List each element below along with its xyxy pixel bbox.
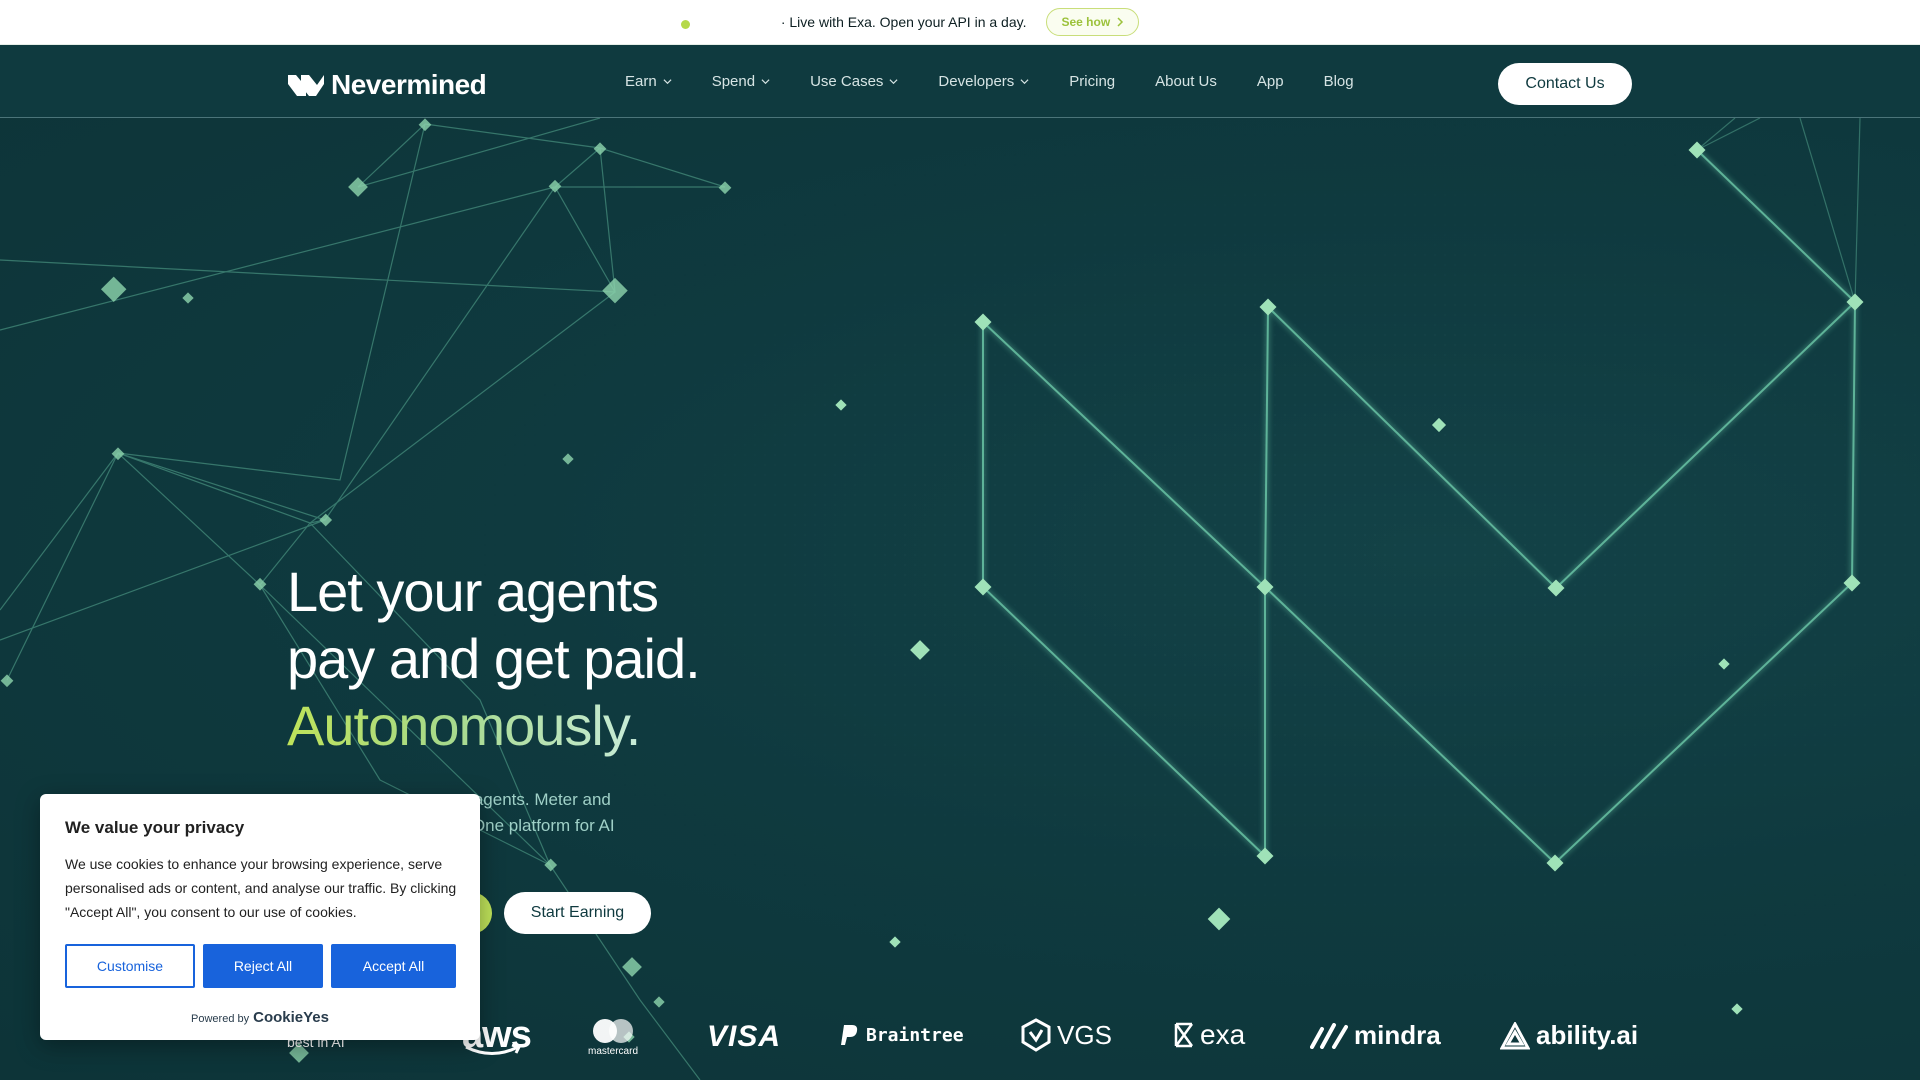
nav-item-earn[interactable]: Earn [625, 73, 672, 90]
nav-item-label: Blog [1323, 73, 1354, 90]
vgs-shield-icon [1021, 1018, 1051, 1052]
nav-item-blog[interactable]: Blog [1324, 73, 1354, 90]
reject-all-button[interactable]: Reject All [203, 944, 323, 988]
aws-smile-icon [465, 1044, 522, 1055]
mastercard-circles-icon [593, 1019, 633, 1043]
visa-logo: VISA [707, 1020, 782, 1053]
nav-item-label: Pricing [1069, 73, 1116, 90]
nav-item-label: Earn [625, 73, 657, 90]
cookie-buttons: Customise Reject All Accept All [65, 944, 456, 988]
hero-title-line1: Let your agents [287, 560, 659, 623]
nevermined-logo[interactable]: Nevermined [287, 69, 487, 101]
cookieyes-logo[interactable]: CookieYes [253, 1009, 329, 1026]
ability-ai-logo: ability.ai [1500, 1020, 1638, 1051]
chevron-down-icon [761, 79, 770, 85]
status-dot [681, 20, 690, 29]
see-how-button[interactable]: See how [1046, 8, 1140, 36]
see-how-label: See how [1061, 15, 1111, 29]
hero-title-line2: pay and get paid. [287, 627, 701, 690]
announcement-text: · Live with Exa. Open your API in a day. [780, 14, 1027, 30]
ability-triangle-icon [1500, 1021, 1530, 1049]
hero-title-accent: Autonomously. [287, 694, 641, 757]
nav-item-label: About Us [1155, 73, 1217, 90]
logo-text: Nevermined [331, 69, 487, 100]
cookie-body: We use cookies to enhance your browsing … [65, 856, 457, 920]
exa-logo: exa [1174, 1019, 1245, 1051]
exa-mark-icon [1174, 1022, 1194, 1048]
nav-item-label: Use Cases [810, 73, 884, 90]
start-earning-button[interactable]: Start Earning [504, 892, 651, 934]
nevermined-logo-icon [288, 75, 324, 96]
accept-all-button[interactable]: Accept All [331, 944, 456, 988]
nav-item-label: Developers [938, 73, 1015, 90]
mindra-slashes-icon [1310, 1022, 1348, 1049]
paypal-icon [841, 1025, 858, 1045]
chevron-down-icon [1020, 79, 1029, 85]
vgs-logo: VGS [1021, 1018, 1112, 1052]
braintree-logo: Braintree [840, 1023, 964, 1047]
nav-item-pricing[interactable]: Pricing [1069, 73, 1115, 90]
hero-title: Let your agents pay and get paid. Autono… [287, 558, 701, 759]
contact-us-button[interactable]: Contact Us [1498, 63, 1632, 105]
site-header: Nevermined Earn Spend Use Cases Developers P… [0, 45, 1920, 118]
cookie-consent-dialog: We value your privacy We use cookies to … [40, 794, 480, 1040]
nav-item-label: App [1256, 73, 1284, 90]
nav-item-about-us[interactable]: About Us [1155, 73, 1217, 90]
nav-item-label: Spend [711, 73, 756, 90]
chevron-down-icon [663, 79, 672, 85]
mindra-logo: mindra [1310, 1020, 1441, 1051]
cookie-title: We value your privacy [65, 818, 245, 837]
customise-button[interactable]: Customise [65, 944, 195, 988]
main-nav: Earn Spend Use Cases Developers Pricing About… [625, 73, 1354, 90]
powered-by-text: Powered by [191, 1013, 250, 1025]
chevron-right-icon [1117, 17, 1124, 27]
announcement-bar: · Live with Exa. Open your API in a day.… [0, 0, 1920, 45]
nav-item-spend[interactable]: Spend [712, 73, 770, 90]
mastercard-logo: mastercard [588, 1018, 638, 1057]
nav-item-app[interactable]: App [1257, 73, 1284, 90]
chevron-down-icon [889, 79, 898, 85]
nav-item-use-cases[interactable]: Use Cases [810, 73, 898, 90]
nav-item-developers[interactable]: Developers [938, 73, 1029, 90]
cookie-powered-by: Powered by CookieYes [40, 1009, 480, 1026]
